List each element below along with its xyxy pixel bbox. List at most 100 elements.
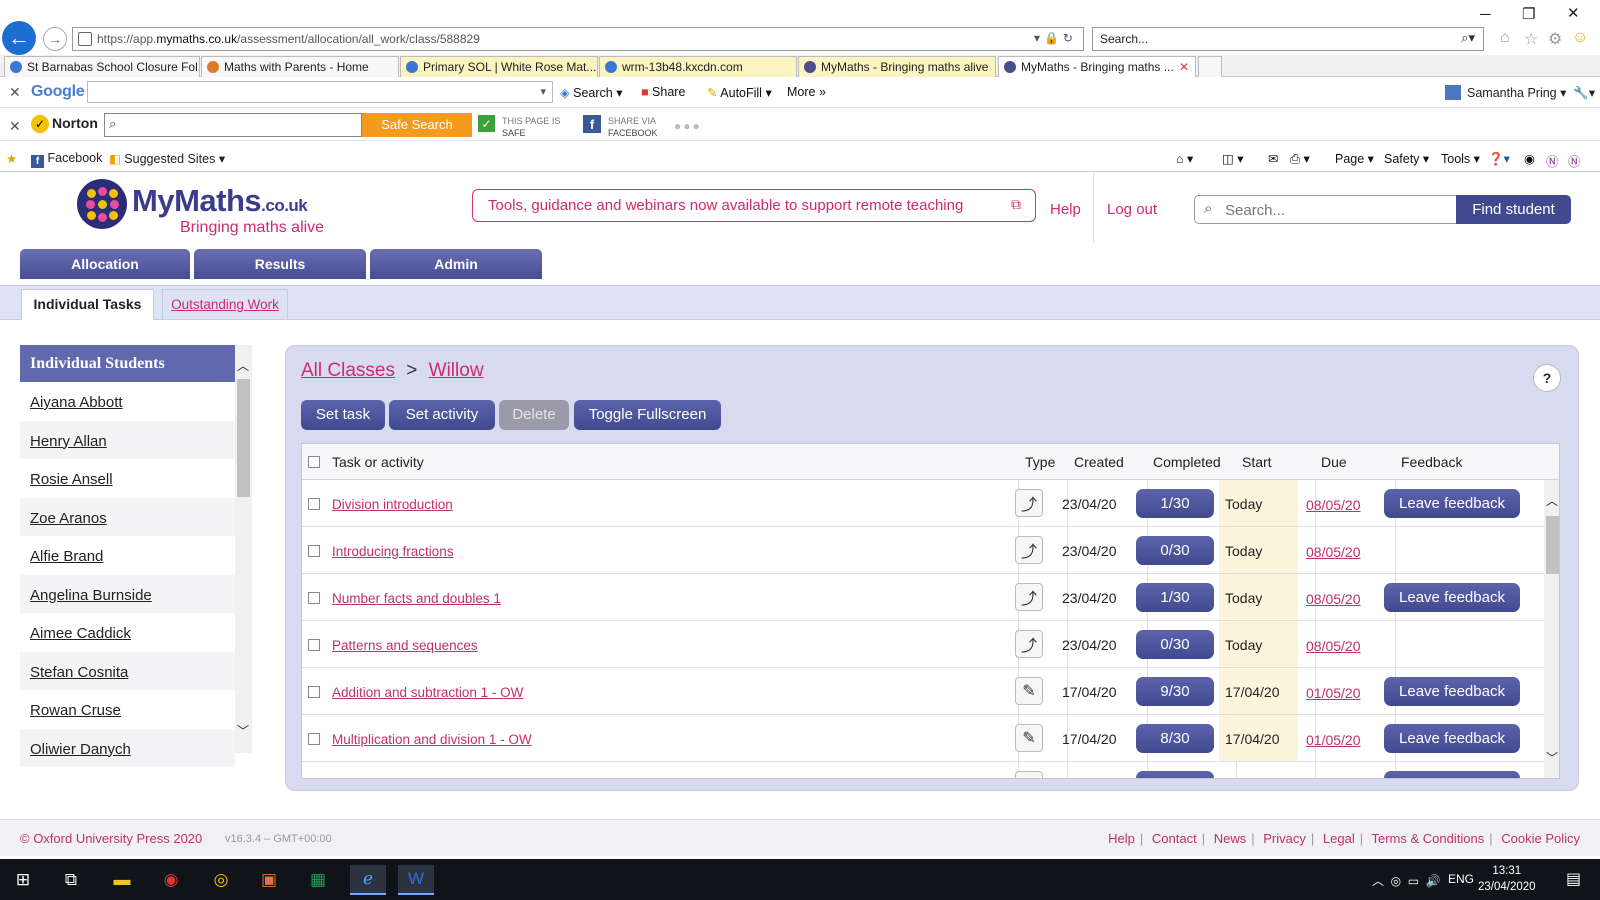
students-scrollbar[interactable]: ︿ ﹀ <box>235 345 252 753</box>
notifications-icon[interactable]: ▤ <box>1566 869 1581 889</box>
user-account[interactable]: Samantha Pring ▾ 🔧▾ <box>1445 85 1595 101</box>
completed-badge[interactable]: 8/30 <box>1136 724 1214 753</box>
clock[interactable]: 13:31 23/04/2020 <box>1478 863 1536 895</box>
leave-feedback-button[interactable]: Leave feedback <box>1384 583 1520 612</box>
worksheet-icon[interactable]: ✎ <box>1015 677 1043 705</box>
favorites-star-icon[interactable]: ☆ <box>1524 29 1538 49</box>
browser-tab[interactable]: Primary SOL | White Rose Mat... <box>400 56 598 77</box>
back-arrow-icon[interactable]: ← <box>2 21 36 55</box>
select-all-checkbox[interactable] <box>308 456 320 468</box>
footer-link-cookies[interactable]: Cookie Policy <box>1501 831 1580 846</box>
due-date-link[interactable]: 08/05/20 <box>1306 591 1361 607</box>
home-icon[interactable]: ⌂ <box>1500 29 1510 47</box>
google-search-input[interactable]: ▾ <box>87 81 553 103</box>
completed-badge[interactable]: 1/30 <box>1136 489 1214 518</box>
gear-icon[interactable]: ⚙ <box>1548 29 1562 49</box>
new-tab-button[interactable] <box>1198 56 1222 77</box>
tab-results[interactable]: Results <box>194 249 366 279</box>
set-task-button[interactable]: Set task <box>301 400 385 430</box>
header-type[interactable]: Type <box>1025 454 1055 470</box>
chevron-down-icon[interactable]: ﹀ <box>237 722 249 739</box>
task-link[interactable]: Number facts and doubles 1 <box>332 591 501 606</box>
home-icon[interactable]: ⌂ ▾ <box>1176 151 1193 166</box>
excel-icon[interactable]: ▦ <box>303 865 333 895</box>
address-bar[interactable]: https://app.mymaths.co.uk/assessment/all… <box>72 27 1084 51</box>
feeds-icon[interactable]: ◫ ▾ <box>1222 151 1244 166</box>
tab-admin[interactable]: Admin <box>370 249 542 279</box>
addon-icon[interactable]: ◉ <box>1524 151 1535 166</box>
completed-badge[interactable]: 1/30 <box>1136 583 1214 612</box>
header-feedback[interactable]: Feedback <box>1401 454 1462 470</box>
chevron-up-icon[interactable]: ︿ <box>1546 492 1558 509</box>
print-icon[interactable]: ⎙ ▾ <box>1290 151 1310 167</box>
student-item[interactable]: Zoe Aranos <box>20 497 235 536</box>
row-checkbox[interactable] <box>308 733 320 745</box>
worksheet-icon[interactable]: ✎ <box>1015 724 1043 752</box>
share-facebook-text[interactable]: SHARE VIA FACEBOOK <box>608 115 658 139</box>
header-due[interactable]: Due <box>1321 454 1347 470</box>
chevron-down-icon[interactable]: ▾ <box>540 85 546 98</box>
footer-link-news[interactable]: News <box>1214 831 1247 846</box>
header-completed[interactable]: Completed <box>1153 454 1221 470</box>
browser-tab[interactable]: wrm-13b48.kxcdn.com <box>599 56 797 77</box>
row-checkbox[interactable] <box>308 592 320 604</box>
mymaths-logo[interactable]: MyMaths.co.uk Bringing maths alive <box>77 179 337 239</box>
help-icon[interactable]: ❓▾ <box>1488 151 1510 167</box>
student-item[interactable]: Rowan Cruse <box>20 690 235 729</box>
logout-link[interactable]: Log out <box>1107 201 1157 218</box>
leave-feedback-button[interactable]: Leave feedback <box>1384 677 1520 706</box>
due-date-link[interactable]: 08/05/20 <box>1306 638 1361 654</box>
due-date-link[interactable]: 01/05/20 <box>1306 732 1361 748</box>
header-task[interactable]: Task or activity <box>332 454 424 470</box>
student-search-input[interactable] <box>1225 199 1450 221</box>
internet-explorer-icon[interactable]: ℯ <box>350 865 386 895</box>
facebook-favorite[interactable]: f Facebook <box>31 151 102 168</box>
row-checkbox[interactable] <box>308 686 320 698</box>
browser-tab[interactable]: Maths with Parents - Home <box>201 56 399 77</box>
onenote-send-icon[interactable]: Ⓝ <box>1568 151 1581 170</box>
completed-badge[interactable]: 0/30 <box>1136 536 1214 565</box>
completed-badge[interactable]: 9/30 <box>1136 677 1214 706</box>
suggested-sites[interactable]: ◧ Suggested Sites ▾ <box>109 151 225 166</box>
nero-icon[interactable]: ◉ <box>156 865 186 895</box>
close-toolbar-icon[interactable]: ✕ <box>9 84 21 101</box>
subtab-individual-tasks[interactable]: Individual Tasks <box>21 289 154 320</box>
find-student-button[interactable]: Find student <box>1456 195 1571 224</box>
chevron-up-icon[interactable]: ︿ <box>237 357 249 374</box>
browser-search-box[interactable]: Search... ⌕▾ <box>1092 27 1484 51</box>
help-link[interactable]: Help <box>1050 201 1081 218</box>
onenote-icon[interactable]: Ⓝ <box>1546 151 1559 170</box>
mail-icon[interactable]: ✉ <box>1268 151 1278 166</box>
subtab-outstanding-work[interactable]: Outstanding Work <box>162 289 288 320</box>
lesson-icon[interactable]: ⤴ <box>1015 583 1043 611</box>
student-item[interactable]: Rosie Ansell <box>20 459 235 498</box>
set-activity-button[interactable]: Set activity <box>389 400 495 430</box>
scrollbar-thumb[interactable] <box>237 379 250 497</box>
lesson-icon[interactable]: ⤴ <box>1015 630 1043 658</box>
lock-refresh-icons[interactable]: ▾🔒↻ <box>1034 31 1077 45</box>
task-view-icon[interactable]: ⧉ <box>56 865 86 895</box>
close-tab-icon[interactable]: ✕ <box>1179 60 1189 74</box>
leave-feedback-button[interactable]: Leave feedback <box>1384 489 1520 518</box>
word-icon[interactable]: W <box>398 865 434 895</box>
smiley-icon[interactable]: ☺ <box>1572 29 1588 47</box>
tools-menu[interactable]: Tools ▾ <box>1441 151 1480 166</box>
forward-arrow-icon[interactable]: → <box>43 27 67 51</box>
chevron-down-icon[interactable]: ﹀ <box>1546 749 1558 766</box>
student-item[interactable]: Angelina Burnside <box>20 574 235 613</box>
completed-badge[interactable]: 0/30 <box>1136 630 1214 659</box>
facebook-icon[interactable]: f <box>583 115 601 133</box>
search-icon[interactable]: ⌕▾ <box>1461 30 1475 46</box>
task-link[interactable]: Patterns and sequences <box>332 638 478 653</box>
due-date-link[interactable]: 08/05/20 <box>1306 544 1361 560</box>
scrollbar-thumb[interactable] <box>1546 516 1559 574</box>
close-toolbar-icon[interactable]: ✕ <box>9 118 21 135</box>
chrome-icon[interactable]: ◎ <box>206 865 236 895</box>
task-link[interactable]: Addition and subtraction 1 - OW <box>332 685 523 700</box>
footer-link-terms[interactable]: Terms & Conditions <box>1372 831 1485 846</box>
remote-teaching-banner[interactable]: Tools, guidance and webinars now availab… <box>472 189 1036 222</box>
browser-tab[interactable]: St Barnabas School Closure Fol... <box>4 56 200 77</box>
windows-start-icon[interactable]: ⊞ <box>8 865 38 895</box>
lesson-icon[interactable]: ⤴ <box>1015 489 1043 517</box>
leave-feedback-button[interactable]: Leave feedback <box>1384 724 1520 753</box>
